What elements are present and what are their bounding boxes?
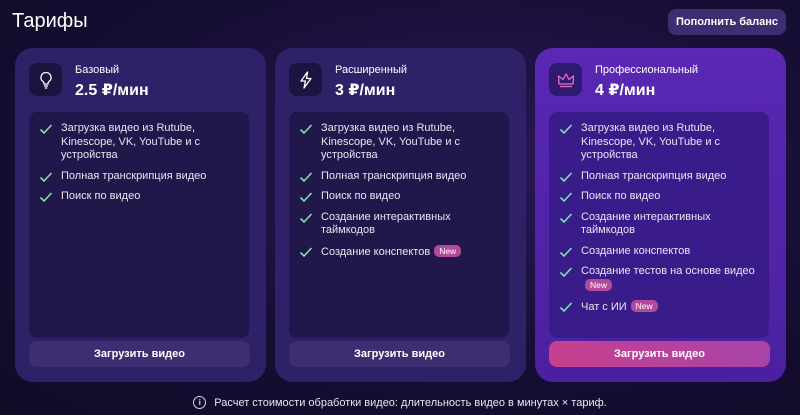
feature-text: Полная транскрипция видео [321,169,467,182]
check-icon [559,192,573,203]
new-badge: New [585,278,613,291]
feature-text: Создание тестов на основе видео [581,265,755,277]
feature-text: Создание интерактивных таймкодов [321,210,451,237]
feature-item: Создание конспектов [559,245,761,259]
feature-text: Загрузка видео из Rutube, Kinescope, VK,… [321,122,461,161]
check-icon [299,246,313,257]
feature-text: Полная транскрипция видео [581,169,727,182]
feature-text: Полная транскрипция видео [61,169,207,182]
feature-text: Чат с ИИ [581,301,627,313]
upload-video-button[interactable]: Загрузить видео [549,341,770,367]
feature-text: Создание конспектов [581,244,691,257]
lightning-icon [289,63,322,96]
feature-text: Поиск по видео [61,190,141,202]
check-icon [559,302,573,313]
plan-card-extended: Расширенный 3 ₽/мин Загрузка видео из Ru… [275,48,526,382]
check-icon [559,246,573,257]
feature-item: Создание тестов на основе видеоNew [559,265,761,293]
check-icon [559,124,573,135]
feature-text: Загрузка видео из Rutube, Kinescope, VK,… [61,122,201,161]
feature-item: Поиск по видео [559,190,761,204]
feature-text: Загрузка видео из Rutube, Kinescope, VK,… [581,122,721,161]
feature-text: Создание интерактивных таймкодов [581,210,711,237]
info-icon: i [193,396,207,409]
feature-item: Полная транскрипция видео [559,170,761,184]
check-icon [299,212,313,223]
feature-item: Полная транскрипция видео [299,170,501,184]
check-icon [299,124,313,135]
feature-item: Создание интерактивных таймкодов [559,211,761,238]
plan-name: Профессиональный [595,64,699,76]
feature-item: Загрузка видео из Rutube, Kinescope, VK,… [559,122,761,163]
feature-item: Загрузка видео из Rutube, Kinescope, VK,… [299,122,501,163]
feature-text: Поиск по видео [581,190,661,202]
pricing-footnote: i Расчет стоимости обработки видео: длит… [0,396,800,409]
check-icon [299,171,313,182]
feature-list: Загрузка видео из Rutube, Kinescope, VK,… [549,112,769,338]
plan-card-basic: Базовый 2.5 ₽/мин Загрузка видео из Rutu… [15,48,266,382]
feature-list: Загрузка видео из Rutube, Kinescope, VK,… [289,112,509,338]
feature-item: Загрузка видео из Rutube, Kinescope, VK,… [39,122,241,163]
feature-item: Создание конспектов New [299,244,501,260]
check-icon [39,124,53,135]
feature-item: Полная транскрипция видео [39,170,241,184]
feature-item: Поиск по видео [299,190,501,204]
feature-item: Чат с ИИ New [559,300,761,315]
crown-icon [549,63,582,96]
footnote-text: Расчет стоимости обработки видео: длител… [214,396,607,409]
check-icon [559,267,573,278]
new-badge: New [630,300,658,312]
feature-item: Поиск по видео [39,190,241,204]
lightbulb-icon [29,63,62,96]
upload-video-button[interactable]: Загрузить видео [29,341,250,367]
feature-item: Создание интерактивных таймкодов [299,211,501,238]
check-icon [39,192,53,203]
plan-price: 4 ₽/мин [595,82,656,99]
plan-header: Базовый 2.5 ₽/мин [29,63,149,100]
new-badge: New [434,244,462,257]
feature-text: Поиск по видео [321,190,401,202]
plan-name: Расширенный [335,64,407,76]
check-icon [559,212,573,223]
plan-name: Базовый [75,64,120,76]
topup-balance-button[interactable]: Пополнить баланс [668,9,786,35]
upload-video-button[interactable]: Загрузить видео [289,341,510,367]
feature-list: Загрузка видео из Rutube, Kinescope, VK,… [29,112,249,338]
check-icon [559,171,573,182]
feature-text: Создание конспектов [321,245,431,258]
check-icon [299,192,313,203]
check-icon [39,171,53,182]
plan-price: 2.5 ₽/мин [75,82,149,99]
plan-header: Профессиональный 4 ₽/мин [549,63,698,100]
plan-header: Расширенный 3 ₽/мин [289,63,407,100]
page-title: Тарифы [12,10,88,32]
plan-card-professional: Профессиональный 4 ₽/мин Загрузка видео … [535,48,786,382]
plan-price: 3 ₽/мин [335,82,396,99]
